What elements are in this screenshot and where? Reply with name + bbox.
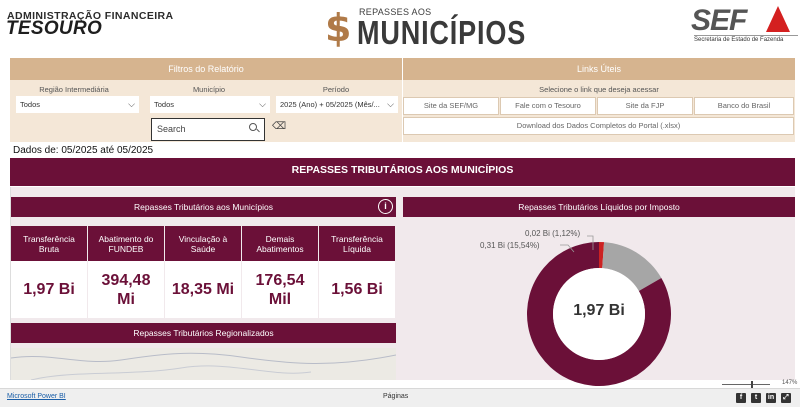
periodo-value: 2025 (Ano) + 05/2025 (Mês/... bbox=[280, 100, 380, 109]
municipio-value: Todos bbox=[154, 100, 175, 109]
link-fjp[interactable]: Site da FJP bbox=[597, 97, 693, 115]
regiao-label: Região Intermediária bbox=[39, 85, 109, 94]
links-subtitle: Selecione o link que deseja acessar bbox=[539, 85, 659, 94]
sef-subtitle: Secretaria de Estado de Fazenda bbox=[694, 35, 798, 43]
map-shape bbox=[10, 352, 397, 381]
leader-lines bbox=[560, 235, 594, 253]
donut-center-value: 1,97 Bi bbox=[573, 302, 625, 319]
regiao-dropdown[interactable]: Todos ⌵ bbox=[16, 96, 139, 113]
sef-triangle-icon bbox=[766, 6, 790, 32]
links-panel: Links Úteis Selecione o link que deseja … bbox=[403, 58, 795, 142]
card-label: Vinculação à Saúde bbox=[165, 226, 241, 261]
search-placeholder: Search bbox=[157, 124, 186, 134]
section-liquidos: Repasses Tributários Líquidos por Impost… bbox=[403, 197, 795, 217]
card-value: 1,97 Bi bbox=[23, 281, 75, 298]
links-title: Links Úteis bbox=[403, 58, 795, 80]
logo-big-text: MUNICÍPIOS bbox=[357, 14, 527, 51]
facebook-icon[interactable]: f bbox=[736, 393, 746, 403]
filters-title: Filtros do Relatório bbox=[10, 58, 402, 80]
search-icon bbox=[249, 123, 257, 131]
zoom-slider[interactable] bbox=[722, 384, 770, 385]
municipio-dropdown[interactable]: Todos ⌵ bbox=[150, 96, 270, 113]
divider bbox=[10, 186, 795, 187]
header: ADMINISTRAÇÃO FINANCEIRA TESOURO $ REPAS… bbox=[0, 0, 800, 56]
card-label: Abatimento do FUNDEB bbox=[88, 226, 164, 261]
slice-label-gray: 0,31 Bi (15,54%) bbox=[480, 241, 540, 250]
card-label: Demais Abatimentos bbox=[242, 226, 318, 261]
report-title: REPASSES TRIBUTÁRIOS AOS MUNICÍPIOS bbox=[10, 158, 795, 186]
search-input[interactable]: Search bbox=[151, 118, 265, 141]
twitter-icon[interactable]: t bbox=[751, 393, 761, 403]
pages-navigator[interactable]: Páginas bbox=[383, 393, 408, 400]
fullscreen-icon[interactable]: ⤢ bbox=[781, 393, 791, 403]
chevron-down-icon: ⌵ bbox=[128, 99, 135, 109]
periodo-dropdown[interactable]: 2025 (Ano) + 05/2025 (Mês/... ⌵ bbox=[276, 96, 398, 113]
card-transferencia-bruta: Transferência Bruta 1,97 Bi bbox=[11, 226, 87, 318]
page: ADMINISTRAÇÃO FINANCEIRA TESOURO $ REPAS… bbox=[0, 0, 800, 407]
zoom-thumb[interactable] bbox=[751, 381, 753, 388]
repasses-logo: $ REPASSES AOS MUNICÍPIOS bbox=[325, 6, 525, 52]
card-value: 1,56 Bi bbox=[331, 281, 383, 298]
regiao-value: Todos bbox=[20, 100, 41, 109]
eraser-icon[interactable]: ⌫ bbox=[272, 121, 286, 132]
card-abatimento-fundeb: Abatimento do FUNDEB 394,48 Mi bbox=[88, 226, 164, 318]
card-label: Transferência Líquida bbox=[319, 226, 395, 261]
powerbi-link[interactable]: Microsoft Power BI bbox=[7, 393, 66, 400]
link-banco-brasil[interactable]: Banco do Brasil bbox=[694, 97, 794, 115]
card-label: Transferência Bruta bbox=[11, 226, 87, 261]
card-transferencia-liquida: Transferência Líquida 1,56 Bi bbox=[319, 226, 395, 318]
link-fale-tesouro[interactable]: Fale com o Tesouro bbox=[500, 97, 596, 115]
periodo-label: Período bbox=[322, 85, 350, 94]
filters-panel: Filtros do Relatório Região Intermediári… bbox=[10, 58, 402, 142]
dollar-icon: $ bbox=[325, 6, 352, 50]
section-regionalizados: Repasses Tributários Regionalizados bbox=[11, 323, 396, 343]
sef-logo: SEF bbox=[691, 4, 747, 37]
zoom-level: 147% bbox=[782, 380, 798, 386]
link-sef-mg[interactable]: Site da SEF/MG bbox=[403, 97, 499, 115]
section-repasses: Repasses Tributários aos Municípios bbox=[11, 197, 396, 217]
info-icon[interactable]: i bbox=[378, 199, 393, 214]
card-demais-abatimentos: Demais Abatimentos 176,54 Mil bbox=[242, 226, 318, 318]
org-line2: TESOURO bbox=[6, 18, 103, 39]
card-value: 394,48 Mi bbox=[101, 271, 151, 308]
linkedin-icon[interactable]: in bbox=[766, 393, 776, 403]
chevron-down-icon: ⌵ bbox=[259, 99, 266, 109]
card-vinculacao-saude: Vinculação à Saúde 18,35 Mi bbox=[165, 226, 241, 318]
card-value: 176,54 Mil bbox=[255, 271, 305, 308]
municipio-label: Município bbox=[192, 85, 226, 94]
chevron-down-icon: ⌵ bbox=[387, 99, 394, 109]
download-button[interactable]: Download dos Dados Completos do Portal (… bbox=[403, 117, 794, 135]
regional-map[interactable] bbox=[10, 348, 397, 381]
powerbi-footer: Microsoft Power BI Páginas f t in ⤢ bbox=[0, 388, 800, 407]
dados-period: Dados de: 05/2025 até 05/2025 bbox=[13, 145, 154, 156]
card-value: 18,35 Mi bbox=[171, 281, 235, 298]
